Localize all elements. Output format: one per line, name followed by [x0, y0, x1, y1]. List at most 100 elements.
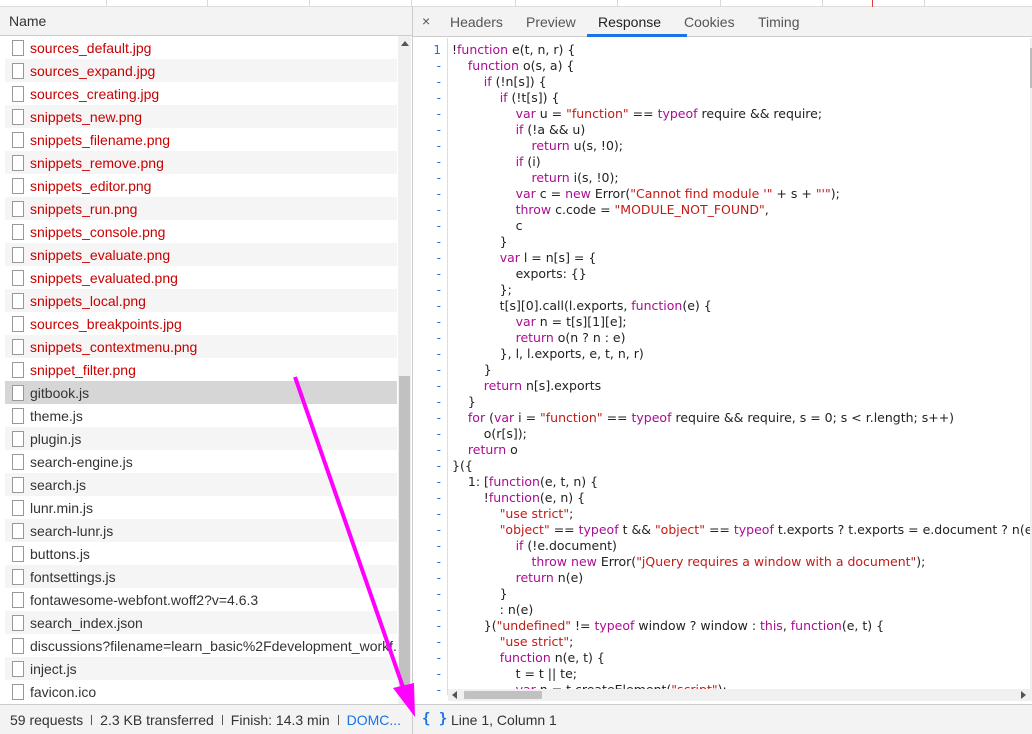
request-name: sources_breakpoints.jpg — [30, 315, 182, 332]
request-row[interactable]: sources_default.jpg — [5, 36, 397, 59]
file-icon — [12, 614, 24, 631]
request-name: snippets_local.png — [30, 292, 146, 309]
request-row[interactable]: fontawesome-webfont.woff2?v=4.6.3 — [5, 588, 397, 611]
code-line: } — [452, 586, 508, 601]
code-line: 1: [function(e, t, n) { — [452, 474, 599, 489]
request-row[interactable]: snippets_contextmenu.png — [5, 335, 397, 358]
request-count: 59 requests — [10, 711, 84, 728]
request-row[interactable]: lunr.min.js — [5, 496, 397, 519]
code-line: if (!t[s]) { — [499, 90, 560, 105]
file-icon — [12, 568, 24, 585]
line-number: - — [436, 363, 441, 377]
request-row[interactable]: snippet_filter.png — [5, 358, 397, 381]
line-number: - — [436, 507, 441, 521]
tab-response[interactable]: Response — [598, 14, 661, 30]
request-row[interactable]: snippets_local.png — [5, 289, 397, 312]
request-name: inject.js — [30, 660, 77, 677]
request-row[interactable]: snippets_evaluated.png — [5, 266, 397, 289]
code-line: var u = "function" == typeof require && … — [515, 106, 823, 121]
request-row[interactable]: snippets_editor.png — [5, 174, 397, 197]
request-row[interactable]: favicon.ico — [5, 680, 397, 703]
request-row[interactable]: sources_creating.jpg — [5, 82, 397, 105]
request-name: gitbook.js — [30, 384, 90, 401]
request-row[interactable]: search-lunr.js — [5, 519, 397, 542]
scroll-left-arrow-icon[interactable] — [452, 691, 457, 699]
code-line: return i(s, !0); — [531, 170, 619, 185]
file-icon — [12, 108, 24, 125]
request-row[interactable]: discussions?filename=learn_basic%2Fdevel… — [5, 634, 397, 657]
request-row[interactable]: snippets_console.png — [5, 220, 397, 243]
line-number: 1 — [433, 43, 441, 57]
line-number: - — [436, 459, 441, 473]
tab-headers[interactable]: Headers — [450, 14, 503, 30]
request-name: sources_default.jpg — [30, 39, 152, 56]
file-icon — [12, 292, 24, 309]
line-number-gutter: 1 - - - - - - - - - - - - - - - - - - - - - - - - - - - - - - - - - - - - - - -… — [413, 38, 448, 695]
line-number: - — [436, 619, 441, 633]
request-row[interactable]: gitbook.js — [5, 381, 397, 404]
tab-preview[interactable]: Preview — [526, 14, 576, 30]
scroll-up-arrow-icon[interactable] — [401, 41, 409, 46]
code-line: exports: {} — [452, 266, 587, 281]
request-row[interactable]: search.js — [5, 473, 397, 496]
line-number: - — [436, 139, 441, 153]
code-horizontal-scrollbar[interactable] — [448, 689, 1032, 701]
active-tab-indicator — [587, 34, 687, 37]
request-row[interactable]: snippets_filename.png — [5, 128, 397, 151]
request-row[interactable]: inject.js — [5, 657, 397, 680]
line-number: - — [436, 347, 441, 361]
timeline-tick — [515, 0, 516, 7]
line-number: - — [436, 331, 441, 345]
file-icon — [12, 39, 24, 56]
scroll-down-arrow-icon[interactable] — [401, 696, 409, 701]
pretty-print-icon[interactable]: { } — [422, 711, 447, 727]
request-name: search_index.json — [30, 614, 143, 631]
file-icon — [12, 499, 24, 516]
scrollbar-thumb[interactable] — [464, 691, 542, 699]
close-icon[interactable]: × — [422, 13, 430, 29]
code-line: return n(e) — [515, 570, 584, 585]
file-icon — [12, 62, 24, 79]
code-line: t[s][0].call(l.exports, function(e) { — [452, 298, 712, 313]
request-row[interactable]: plugin.js — [5, 427, 397, 450]
request-row[interactable]: snippets_evaluate.png — [5, 243, 397, 266]
scroll-right-arrow-icon[interactable] — [1021, 691, 1026, 699]
name-column-header[interactable]: Name — [0, 7, 412, 36]
code-line: for (var i = "function" == typeof requir… — [467, 410, 955, 425]
response-code[interactable]: !function e(t, n, r) { function o(s, a) … — [452, 42, 1030, 695]
tab-cookies[interactable]: Cookies — [684, 14, 735, 30]
file-icon — [12, 338, 24, 355]
scrollbar-thumb[interactable] — [399, 376, 410, 694]
request-row[interactable]: snippets_new.png — [5, 105, 397, 128]
code-line: if (!e.document) — [515, 538, 617, 553]
request-row[interactable]: snippets_remove.png — [5, 151, 397, 174]
request-row[interactable]: theme.js — [5, 404, 397, 427]
file-icon — [12, 269, 24, 286]
line-number: - — [436, 251, 441, 265]
request-list-scrollbar[interactable] — [398, 36, 411, 704]
tab-timing[interactable]: Timing — [758, 14, 800, 30]
file-icon — [12, 361, 24, 378]
request-row[interactable]: sources_breakpoints.jpg — [5, 312, 397, 335]
request-name: snippets_evaluated.png — [30, 269, 178, 286]
request-detail-panel: × Headers Preview Response Cookies Timin… — [413, 7, 1032, 734]
code-line: t = t || te; — [452, 666, 577, 681]
code-line: return u(s, !0); — [531, 138, 623, 153]
request-row[interactable]: fontsettings.js — [5, 565, 397, 588]
request-row[interactable]: snippets_run.png — [5, 197, 397, 220]
request-row[interactable]: buttons.js — [5, 542, 397, 565]
request-row[interactable]: search_index.json — [5, 611, 397, 634]
request-row[interactable]: sources_expand.jpg — [5, 59, 397, 82]
code-line: }, l, l.exports, e, t, n, r) — [452, 346, 644, 361]
line-number: - — [436, 603, 441, 617]
code-line: "use strict"; — [499, 634, 574, 649]
request-name: theme.js — [30, 407, 83, 424]
line-number: - — [436, 667, 441, 681]
request-name: fontsettings.js — [30, 568, 116, 585]
response-source-viewer[interactable]: 1 - - - - - - - - - - - - - - - - - - - - - - - - - - - - - - - - - - - - - - -… — [413, 38, 1030, 695]
request-row[interactable]: search-engine.js — [5, 450, 397, 473]
request-name: sources_creating.jpg — [30, 85, 160, 102]
file-icon — [12, 660, 24, 677]
code-line: if (i) — [515, 154, 541, 169]
detail-tabbar: × Headers Preview Response Cookies Timin… — [413, 7, 1032, 37]
